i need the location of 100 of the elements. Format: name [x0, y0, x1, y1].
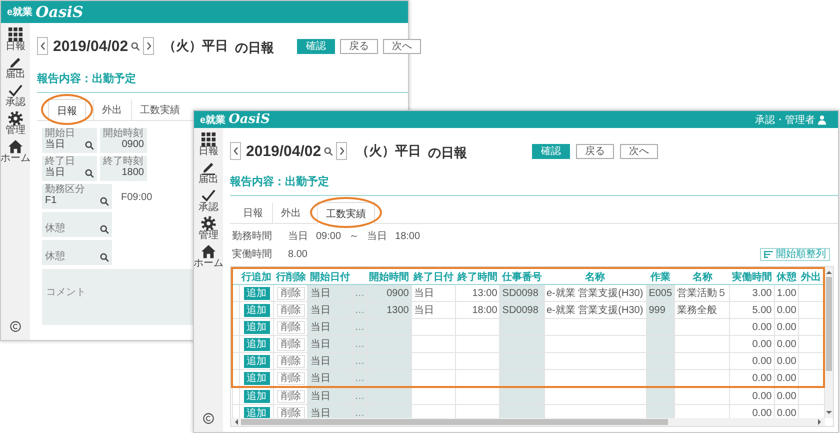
delete-row-button[interactable]: 削除 — [276, 406, 305, 418]
sidebar-item[interactable]: 承認 — [198, 188, 218, 213]
input-field[interactable]: 開始時刻 0900 — [100, 128, 147, 153]
action-button[interactable]: 次へ — [620, 144, 658, 158]
table-cell-text: 当日 — [310, 391, 330, 402]
action-button[interactable]: 戻る — [576, 144, 614, 158]
tab[interactable]: 工数実績 — [317, 202, 375, 224]
weekday-text: （火）平日 — [163, 37, 228, 55]
column-header: 作業 — [650, 272, 670, 282]
shift-time-text: F09:00 — [121, 192, 152, 203]
add-row-button[interactable]: 追加 — [244, 286, 270, 300]
sidebar-item[interactable]: ホーム — [0, 139, 30, 164]
table-cell-text: 0900 — [386, 288, 409, 298]
previous-button[interactable] — [37, 37, 48, 55]
table-cell-text: 18:00 — [472, 304, 498, 316]
tab[interactable]: 日報 — [48, 99, 86, 121]
page-title: の日報 — [235, 39, 274, 57]
sort-icon — [764, 250, 773, 258]
input-field[interactable]: 勤務区分 F1 — [42, 184, 112, 209]
column-header: 終了日付 — [413, 272, 454, 282]
weekday-text: （火）平日 — [356, 142, 422, 160]
date-text: 2019/04/02 — [246, 142, 322, 160]
gear-icon — [201, 216, 216, 231]
sidebar-item[interactable]: 承認 — [6, 83, 26, 108]
table-cell-text: 当日 — [310, 305, 330, 316]
table-cell-text: 営業活動５ — [677, 288, 728, 299]
column-header: 行削除 — [276, 272, 306, 282]
table-cell-text: 0.00 — [776, 372, 796, 384]
table-cell-text: 0.00 — [752, 322, 772, 332]
copyright-icon — [203, 413, 214, 424]
table-cell-text: 当日 — [310, 356, 330, 367]
sidebar-item[interactable]: 管理 — [198, 216, 218, 241]
sort-button[interactable]: 開始順整列 — [760, 248, 830, 260]
sidebar-item[interactable]: ホーム — [194, 244, 224, 269]
field-value: 18:00 — [395, 230, 420, 242]
column-header: 名称 — [585, 272, 606, 282]
check-icon — [201, 188, 216, 203]
table-cell-text: 0.00 — [776, 390, 796, 402]
delete-row-button[interactable]: 削除 — [276, 320, 305, 334]
field-value: 当日 — [367, 230, 388, 243]
add-row-button[interactable]: 追加 — [244, 338, 270, 350]
search-icon[interactable] — [85, 168, 94, 178]
action-button[interactable]: 次へ — [383, 38, 422, 54]
field-label: 勤務時間 — [232, 230, 272, 243]
search-icon[interactable] — [85, 140, 94, 150]
action-button[interactable]: 戻る — [340, 38, 378, 54]
input-field[interactable]: 休憩 — [42, 212, 112, 237]
add-row-button[interactable]: 追加 — [244, 372, 270, 384]
table-cell-text: 0.00 — [776, 408, 796, 418]
input-field[interactable]: 開始日 当日 — [42, 128, 97, 153]
sidebar-item[interactable]: 日報 — [6, 27, 26, 52]
action-button[interactable]: 確認 — [532, 144, 570, 158]
table-cell-text: 0.00 — [776, 322, 796, 332]
sidebar-item[interactable]: 日報 — [198, 132, 218, 157]
add-row-button[interactable]: 追加 — [244, 304, 270, 316]
add-row-button[interactable]: 追加 — [244, 354, 270, 368]
comment-field[interactable]: コメント — [42, 269, 194, 325]
delete-row-button[interactable]: 削除 — [276, 286, 305, 300]
chevron-right-icon — [338, 146, 345, 156]
vertical-scrollbar[interactable] — [825, 267, 833, 418]
column-header: 開始時間 — [369, 272, 410, 282]
field-value: 8.00 — [288, 248, 308, 260]
user-icon[interactable] — [818, 114, 826, 124]
table-cell-text: 当日 — [310, 408, 330, 418]
column-header: 終了時間 — [458, 272, 498, 282]
table-cell-text: 5.00 — [752, 304, 772, 316]
previous-button[interactable] — [230, 142, 241, 160]
action-button[interactable]: 確認 — [297, 38, 336, 54]
input-field[interactable]: 終了時刻 1800 — [100, 156, 147, 181]
input-field[interactable]: 終了日 当日 — [42, 156, 97, 181]
delete-row-button[interactable]: 削除 — [276, 372, 305, 384]
delete-row-button[interactable]: 削除 — [276, 354, 305, 368]
delete-row-button[interactable]: 削除 — [276, 390, 305, 402]
column-header: 実働時間 — [732, 272, 772, 282]
delete-row-button[interactable]: 削除 — [276, 304, 305, 316]
search-icon[interactable] — [100, 252, 109, 262]
add-row-button[interactable]: 追加 — [244, 406, 270, 418]
section-title: 報告内容：出勤予定 — [37, 71, 408, 93]
table-cell-text: E005 — [648, 288, 672, 298]
delete-row-button[interactable]: 削除 — [276, 338, 305, 350]
next-button[interactable] — [336, 142, 348, 160]
sidebar-item[interactable]: 届出 — [6, 55, 26, 80]
logo-text: OasiS — [228, 112, 270, 127]
pen-icon — [8, 55, 23, 70]
search-icon[interactable] — [100, 196, 109, 206]
table-cell-text: 当日 — [310, 373, 330, 384]
logo-text: OasiS — [36, 3, 84, 21]
sidebar-item[interactable]: 届出 — [198, 160, 218, 185]
sidebar-item[interactable]: 管理 — [6, 111, 26, 136]
table-cell-text: 0.00 — [752, 390, 772, 402]
next-button[interactable] — [143, 37, 154, 55]
date-text: 2019/04/02 — [53, 38, 128, 54]
search-icon[interactable] — [324, 146, 334, 156]
user-name[interactable]: 承認・管理者 — [755, 112, 815, 126]
add-row-button[interactable]: 追加 — [244, 320, 270, 334]
search-icon[interactable] — [100, 224, 109, 234]
input-field[interactable]: 休憩 — [42, 240, 112, 265]
horizontal-scrollbar[interactable] — [231, 418, 825, 426]
add-row-button[interactable]: 追加 — [244, 390, 270, 402]
search-icon[interactable] — [131, 42, 140, 50]
